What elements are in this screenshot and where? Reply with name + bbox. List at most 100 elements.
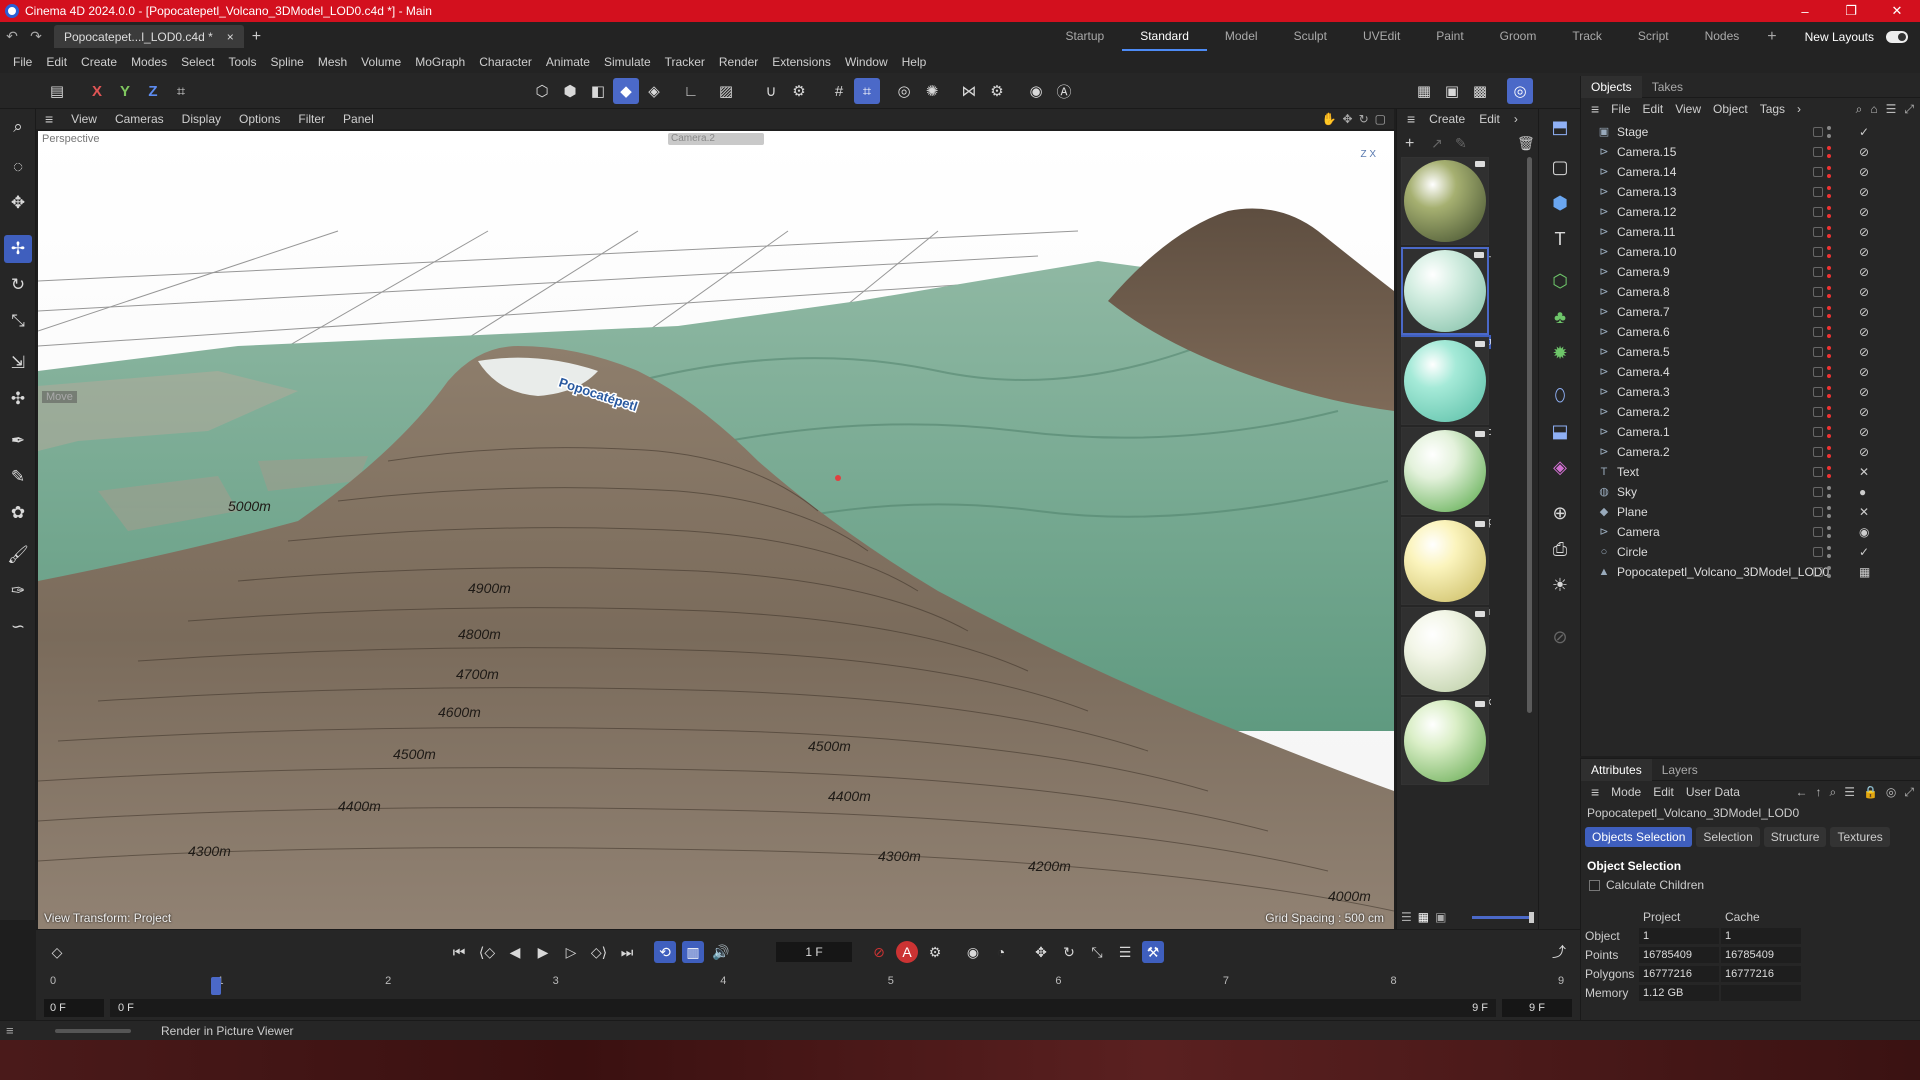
viewport-menu-view[interactable]: View <box>62 112 106 126</box>
menu-tracker[interactable]: Tracker <box>658 55 712 69</box>
end-frame-field[interactable]: 9 F <box>1502 999 1572 1017</box>
loop-icon[interactable]: ⟲ <box>654 941 676 963</box>
object-row[interactable]: ○ Circle ✓ <box>1581 542 1920 562</box>
material-preview[interactable] <box>1401 247 1489 335</box>
object-name[interactable]: Camera.10 <box>1617 245 1676 259</box>
text-spline-icon[interactable]: T <box>1546 225 1574 253</box>
viewport-menu-filter[interactable]: Filter <box>289 112 334 126</box>
object-visibility-flags[interactable] <box>1813 526 1831 538</box>
object-visibility-flags[interactable] <box>1813 186 1831 198</box>
workplane-icon[interactable]: # <box>826 78 852 104</box>
layer-icon[interactable] <box>1813 127 1823 137</box>
points-mode-icon[interactable]: ⬡ <box>529 78 555 104</box>
layout-tab-script[interactable]: Script <box>1620 22 1687 51</box>
object-row[interactable]: ⊳ Camera.7 ⊘ <box>1581 302 1920 322</box>
list-view-icon[interactable]: ☰ <box>1401 910 1412 924</box>
object-name[interactable]: Text <box>1617 465 1639 479</box>
object-row[interactable]: ⊳ Camera.2 ⊘ <box>1581 402 1920 422</box>
object-tag-icon[interactable]: ⊘ <box>1859 325 1869 339</box>
layout-tab-nodes[interactable]: Nodes <box>1687 22 1758 51</box>
layer-icon[interactable] <box>1813 147 1823 157</box>
large-view-icon[interactable]: ▣ <box>1435 910 1446 924</box>
viewport-menu-display[interactable]: Display <box>173 112 230 126</box>
symmetry-settings-icon[interactable]: ⚙ <box>984 78 1010 104</box>
tab-takes[interactable]: Takes <box>1642 76 1693 98</box>
object-tag-icon[interactable]: ⊘ <box>1859 365 1869 379</box>
object-name[interactable]: Camera.8 <box>1617 285 1670 299</box>
menu-mograph[interactable]: MoGraph <box>408 55 472 69</box>
annotation-icon[interactable]: Ⓐ <box>1051 78 1077 104</box>
previous-frame-icon[interactable]: ◀ <box>504 941 526 963</box>
rotation-key-icon[interactable]: ↻ <box>1058 941 1080 963</box>
attributes-hamburger-icon[interactable]: ≡ <box>1585 784 1605 800</box>
object-row[interactable]: ▣ Stage ✓ <box>1581 122 1920 142</box>
search-icon[interactable]: ⌕ <box>1856 102 1863 117</box>
menu-tools[interactable]: Tools <box>221 55 263 69</box>
subdivision-icon[interactable]: ⬡ <box>1546 267 1574 295</box>
viewport-menu-panel[interactable]: Panel <box>334 112 383 126</box>
selection-tool-icon[interactable]: ◌ <box>4 153 32 181</box>
object-row[interactable]: ⊳ Camera.15 ⊘ <box>1581 142 1920 162</box>
object-row[interactable]: ⊳ Camera.1 ⊘ <box>1581 422 1920 442</box>
object-visibility-flags[interactable] <box>1813 266 1831 278</box>
parameter-key-icon[interactable]: ☰ <box>1114 941 1136 963</box>
pen-disabled-icon[interactable]: ⊘ <box>1546 623 1574 651</box>
next-key-icon[interactable]: ◇⟩ <box>588 941 610 963</box>
visibility-dots-icon[interactable] <box>1827 246 1831 258</box>
layer-icon[interactable] <box>1813 367 1823 377</box>
move-tool-icon[interactable]: ✢ <box>4 235 32 263</box>
layer-icon[interactable] <box>1813 567 1823 577</box>
menu-window[interactable]: Window <box>838 55 895 69</box>
objects-menu-edit[interactable]: Edit <box>1637 102 1670 116</box>
menu-simulate[interactable]: Simulate <box>597 55 658 69</box>
layer-icon[interactable] <box>1813 207 1823 217</box>
undo-icon[interactable]: ↶ <box>0 28 24 45</box>
material-item[interactable]: OSM_Texture_Pop <box>1401 427 1491 529</box>
object-tag-icon[interactable]: ⊘ <box>1859 405 1869 419</box>
object-name[interactable]: Camera.6 <box>1617 325 1670 339</box>
object-name[interactable]: Circle <box>1617 545 1648 559</box>
delete-material-icon[interactable]: 🗑 <box>1517 135 1535 152</box>
x-axis-lock-button[interactable]: X <box>84 78 110 104</box>
timeline-view-icon[interactable]: ⤴ <box>1548 941 1570 963</box>
3d-viewport[interactable]: 5000m 4900m 4800m 4700m 4600m 4500m 4400… <box>38 131 1394 929</box>
rotate-tool-icon[interactable]: ↻ <box>4 271 32 299</box>
object-name[interactable]: Camera.15 <box>1617 145 1676 159</box>
visibility-dots-icon[interactable] <box>1827 466 1831 478</box>
object-tag-icon[interactable]: ◉ <box>1859 525 1869 539</box>
viewport-camera-field[interactable]: Camera.2 <box>668 133 764 145</box>
position-key-icon[interactable]: ✥ <box>1030 941 1052 963</box>
material-preview[interactable] <box>1401 427 1489 515</box>
magnet-tool-icon[interactable]: ∽ <box>4 613 32 641</box>
material-item[interactable] <box>1401 697 1491 799</box>
object-row[interactable]: ⊳ Camera.13 ⊘ <box>1581 182 1920 202</box>
object-name[interactable]: Camera.2 <box>1617 405 1670 419</box>
knife-tool-icon[interactable]: ✑ <box>4 577 32 605</box>
layer-icon[interactable] <box>1813 247 1823 257</box>
search-icon[interactable]: ⌕ <box>4 113 32 141</box>
visibility-dots-icon[interactable] <box>1827 226 1831 238</box>
layout-tab-paint[interactable]: Paint <box>1418 22 1481 51</box>
menu-animate[interactable]: Animate <box>539 55 597 69</box>
record-disabled-icon[interactable]: ⊘ <box>868 941 890 963</box>
mograph-tool-icon[interactable]: ✿ <box>4 499 32 527</box>
object-visibility-flags[interactable] <box>1813 386 1831 398</box>
menu-mesh[interactable]: Mesh <box>311 55 354 69</box>
subtab-structure[interactable]: Structure <box>1763 827 1827 847</box>
object-tag-icon[interactable]: ⊘ <box>1859 305 1869 319</box>
keyframe-icon[interactable]: ◇ <box>46 941 68 963</box>
mograph-effector-icon[interactable]: ✹ <box>1546 339 1574 367</box>
command-palette-icon[interactable]: ▤ <box>44 78 70 104</box>
layer-icon[interactable] <box>1813 447 1823 457</box>
keyframe-settings-icon[interactable]: ⚙ <box>924 941 946 963</box>
object-row[interactable]: ◆ Plane ✕ <box>1581 502 1920 522</box>
object-row[interactable]: ▲ Popocatepetl_Volcano_3DModel_LOD0 ▦ <box>1581 562 1920 582</box>
previous-key-icon[interactable]: ⟨◇ <box>476 941 498 963</box>
visibility-dots-icon[interactable] <box>1827 146 1831 158</box>
timing-icon[interactable]: ◔ <box>990 941 1012 963</box>
search-icon[interactable]: ⌕ <box>1829 785 1836 800</box>
sculpt-icon[interactable]: ✺ <box>919 78 945 104</box>
object-name[interactable]: Camera.4 <box>1617 365 1670 379</box>
material-hamburger-icon[interactable]: ≡ <box>1401 111 1421 127</box>
layer-icon[interactable] <box>1813 227 1823 237</box>
